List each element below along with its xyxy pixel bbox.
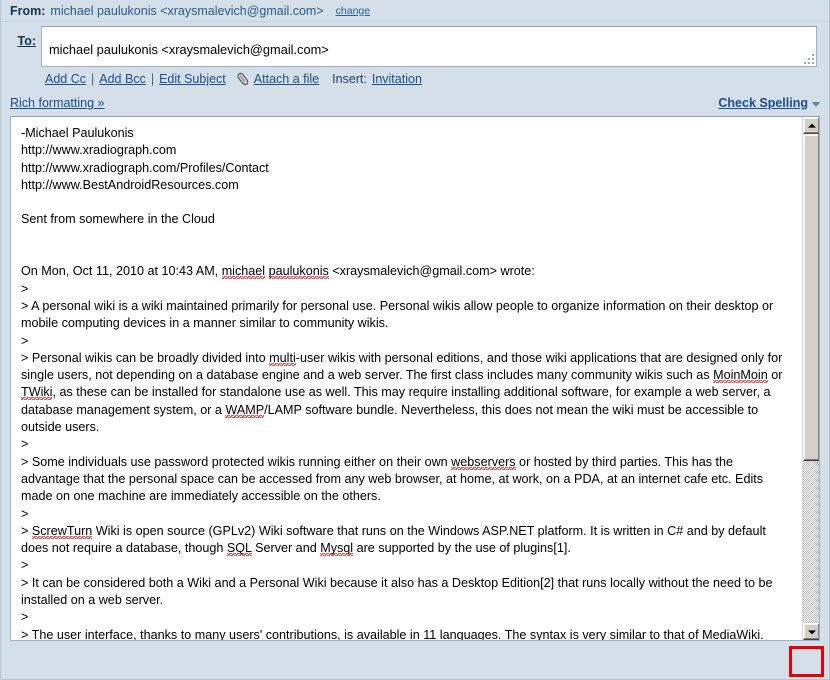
scroll-down-arrow-icon[interactable] <box>803 623 819 640</box>
formatting-row: Rich formatting » Check Spelling <box>1 90 829 116</box>
to-label: To: <box>1 26 41 48</box>
add-cc-link[interactable]: Add Cc <box>45 72 86 86</box>
to-label-text: To: <box>17 34 36 48</box>
to-row: To: <box>1 22 829 68</box>
to-recipients-input[interactable] <box>42 27 816 66</box>
paperclip-icon <box>235 72 251 86</box>
from-row: From: michael paulukonis <xraysmalevich@… <box>1 0 829 22</box>
chevron-down-icon[interactable] <box>812 101 820 107</box>
add-bcc-link[interactable]: Add Bcc <box>99 72 146 86</box>
message-body-text[interactable]: -Michael Paulukonis http://www.xradiogra… <box>11 117 800 640</box>
compose-links-toolbar: Add Cc | Add Bcc | Edit Subject Attach a… <box>1 68 829 90</box>
to-field-container[interactable] <box>41 26 817 67</box>
link-separator-2: | <box>150 72 155 86</box>
compose-email-window: From: michael paulukonis <xraysmalevich@… <box>0 0 830 680</box>
change-sender-link[interactable]: change <box>336 5 370 17</box>
from-label: From: <box>10 3 46 18</box>
rich-formatting-link[interactable]: Rich formatting » <box>10 96 104 110</box>
link-separator-1: | <box>91 72 95 86</box>
resize-grip-highlight-box <box>789 646 824 677</box>
check-spelling-control[interactable]: Check Spelling <box>718 96 820 110</box>
body-vertical-scrollbar[interactable] <box>802 117 819 640</box>
insert-invitation-link[interactable]: Invitation <box>372 72 422 86</box>
to-field-resize-grip-icon[interactable] <box>803 53 814 64</box>
from-value: michael paulukonis <xraysmalevich@gmail.… <box>50 3 324 18</box>
message-body-container[interactable]: -Michael Paulukonis http://www.xradiogra… <box>10 116 820 641</box>
insert-label: Insert: <box>332 72 367 86</box>
scrollbar-thumb[interactable] <box>803 134 819 461</box>
scroll-up-arrow-icon[interactable] <box>803 117 819 134</box>
edit-subject-link[interactable]: Edit Subject <box>159 72 226 86</box>
attach-a-file-link[interactable]: Attach a file <box>254 72 319 86</box>
check-spelling-link[interactable]: Check Spelling <box>718 96 808 110</box>
